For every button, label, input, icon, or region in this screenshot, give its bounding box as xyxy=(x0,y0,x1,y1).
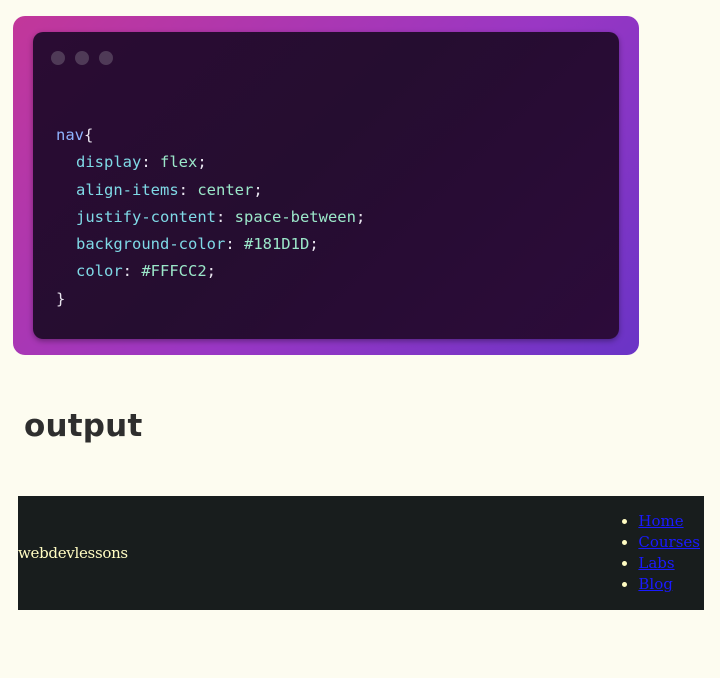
nav-links: Home Courses Labs Blog xyxy=(608,511,704,595)
css-property: background-color xyxy=(76,235,226,254)
code-line-display: display: flex; xyxy=(76,153,207,172)
nav-brand: webdevlessons xyxy=(18,544,128,562)
css-property: justify-content xyxy=(76,207,216,226)
window-dot-2 xyxy=(75,51,89,65)
window-controls xyxy=(51,51,113,65)
code-window: nav{ display: flex; align-items: center; ju… xyxy=(33,32,619,339)
css-property: color xyxy=(76,262,123,281)
code-line-justify-content: justify-content: space-between; xyxy=(76,207,366,226)
nav-item-courses: Courses xyxy=(638,532,700,553)
nav-link-blog[interactable]: Blog xyxy=(638,575,672,593)
css-value: #181D1D xyxy=(243,235,310,254)
code-line-align-items: align-items: center; xyxy=(76,180,263,199)
close-brace: } xyxy=(56,289,66,308)
css-value: #FFFCC2 xyxy=(141,262,207,281)
css-value: flex xyxy=(160,153,198,172)
code-line-color: color: #FFFCC2; xyxy=(76,262,217,281)
nav-link-labs[interactable]: Labs xyxy=(638,554,674,572)
code-line-background-color: background-color: #181D1D; xyxy=(76,235,319,254)
window-dot-1 xyxy=(51,51,65,65)
nav-item-blog: Blog xyxy=(638,574,700,595)
code-line-close: } xyxy=(56,286,365,313)
open-brace: { xyxy=(84,126,94,144)
nav-item-home: Home xyxy=(638,511,700,532)
output-heading: output xyxy=(24,408,143,444)
css-code: nav{ display: flex; align-items: center; ju… xyxy=(56,122,365,313)
nav-item-labs: Labs xyxy=(638,553,700,574)
css-selector: nav xyxy=(56,126,84,144)
css-value: center xyxy=(197,180,254,199)
css-value: space-between xyxy=(234,207,356,226)
nav-link-home[interactable]: Home xyxy=(638,512,683,530)
nav-preview: webdevlessons Home Courses Labs Blog xyxy=(18,496,704,610)
window-dot-3 xyxy=(99,51,113,65)
css-property: align-items xyxy=(76,180,179,199)
css-property: display xyxy=(76,153,142,172)
code-line-selector: nav{ xyxy=(56,122,365,149)
code-card: nav{ display: flex; align-items: center; ju… xyxy=(13,16,639,355)
nav-link-courses[interactable]: Courses xyxy=(638,533,700,551)
